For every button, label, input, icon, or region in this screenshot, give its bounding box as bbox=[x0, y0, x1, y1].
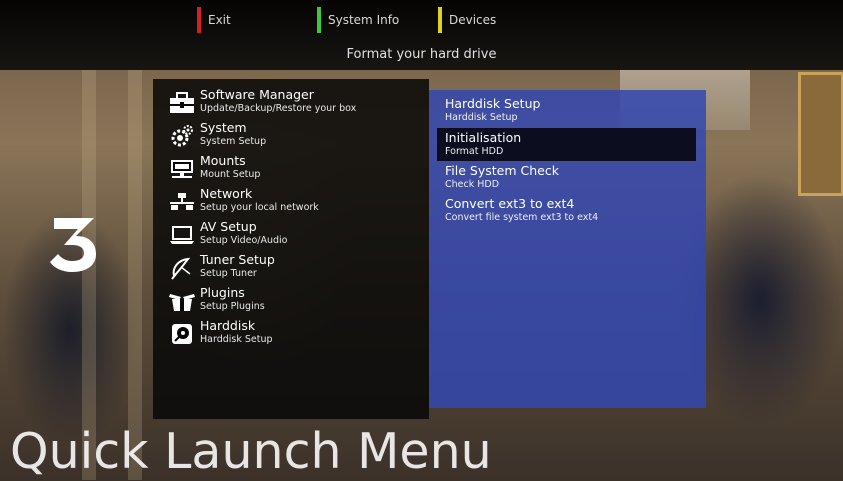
menu-item-title: Software Manager bbox=[200, 87, 314, 102]
menu-item-tuner-setup[interactable]: Tuner Setup Setup Tuner bbox=[153, 252, 429, 285]
network-icon bbox=[169, 190, 195, 214]
submenu-item-file-system-check[interactable]: File System Check Check HDD bbox=[437, 161, 696, 194]
menu-item-mounts[interactable]: Mounts Mount Setup bbox=[153, 153, 429, 186]
red-key-indicator bbox=[197, 7, 201, 33]
submenu-item-convert-ext3-ext4[interactable]: Convert ext3 to ext4 Convert file system… bbox=[437, 194, 696, 227]
menu-item-title: System bbox=[200, 120, 247, 135]
background-pillar bbox=[82, 70, 96, 480]
menu-item-network[interactable]: Network Setup your local network bbox=[153, 186, 429, 219]
menu-item-subtitle: System Setup bbox=[200, 136, 267, 147]
menu-item-title: Plugins bbox=[200, 285, 245, 300]
menu-item-subtitle: Setup Video/Audio bbox=[200, 235, 288, 246]
menu-item-title: Network bbox=[200, 186, 253, 201]
exit-button[interactable]: Exit bbox=[197, 7, 231, 33]
harddisk-submenu: Harddisk Setup Harddisk Setup Initialisa… bbox=[429, 90, 706, 408]
background-pillar bbox=[128, 70, 142, 480]
green-key-indicator bbox=[317, 7, 321, 33]
submenu-item-initialisation[interactable]: Initialisation Format HDD bbox=[437, 128, 696, 161]
harddisk-icon bbox=[169, 322, 195, 346]
submenu-item-harddisk-setup[interactable]: Harddisk Setup Harddisk Setup bbox=[437, 94, 696, 127]
menu-item-harddisk[interactable]: Harddisk Harddisk Setup bbox=[153, 318, 429, 351]
menu-item-av-setup[interactable]: AV Setup Setup Video/Audio bbox=[153, 219, 429, 252]
menu-item-title: Mounts bbox=[200, 153, 246, 168]
system-info-label: System Info bbox=[328, 13, 400, 27]
submenu-item-subtitle: Harddisk Setup bbox=[445, 112, 518, 123]
menu-item-plugins[interactable]: Plugins Setup Plugins bbox=[153, 285, 429, 318]
menu-item-system[interactable]: System System Setup bbox=[153, 120, 429, 153]
submenu-item-title: File System Check bbox=[445, 163, 559, 178]
devices-button[interactable]: Devices bbox=[438, 7, 496, 33]
laptop-icon bbox=[169, 223, 195, 247]
toolbox-icon bbox=[169, 91, 195, 115]
submenu-item-title: Convert ext3 to ext4 bbox=[445, 196, 575, 211]
menu-item-subtitle: Setup Plugins bbox=[200, 301, 265, 312]
channel-logo bbox=[50, 212, 100, 272]
gears-icon bbox=[169, 124, 195, 148]
menu-item-subtitle: Update/Backup/Restore your box bbox=[200, 103, 357, 114]
submenu-item-title: Harddisk Setup bbox=[445, 96, 541, 111]
menu-item-title: AV Setup bbox=[200, 219, 257, 234]
menu-item-subtitle: Setup your local network bbox=[200, 202, 319, 213]
submenu-item-title: Initialisation bbox=[445, 130, 522, 145]
plugins-box-icon bbox=[169, 289, 195, 313]
top-bar: Exit System Info Devices Format your har… bbox=[0, 0, 843, 70]
main-menu: Software Manager Update/Backup/Restore y… bbox=[153, 79, 429, 419]
submenu-item-subtitle: Check HDD bbox=[445, 179, 500, 190]
submenu-item-subtitle: Convert file system ext3 to ext4 bbox=[445, 212, 599, 223]
satellite-dish-icon bbox=[169, 256, 195, 280]
page-subtitle: Format your hard drive bbox=[346, 47, 497, 62]
menu-item-title: Tuner Setup bbox=[200, 252, 275, 267]
menu-item-software-manager[interactable]: Software Manager Update/Backup/Restore y… bbox=[153, 87, 429, 120]
yellow-key-indicator bbox=[438, 7, 442, 33]
menu-item-subtitle: Setup Tuner bbox=[200, 268, 257, 279]
devices-label: Devices bbox=[449, 13, 497, 27]
network-folder-icon bbox=[169, 157, 195, 181]
quick-launch-title: Quick Launch Menu bbox=[10, 423, 492, 480]
submenu-item-subtitle: Format HDD bbox=[445, 146, 504, 157]
background-painting bbox=[798, 72, 843, 196]
menu-item-subtitle: Mount Setup bbox=[200, 169, 261, 180]
menu-item-subtitle: Harddisk Setup bbox=[200, 334, 273, 345]
system-info-button[interactable]: System Info bbox=[317, 7, 399, 33]
exit-label: Exit bbox=[208, 13, 231, 27]
menu-item-title: Harddisk bbox=[200, 318, 256, 333]
